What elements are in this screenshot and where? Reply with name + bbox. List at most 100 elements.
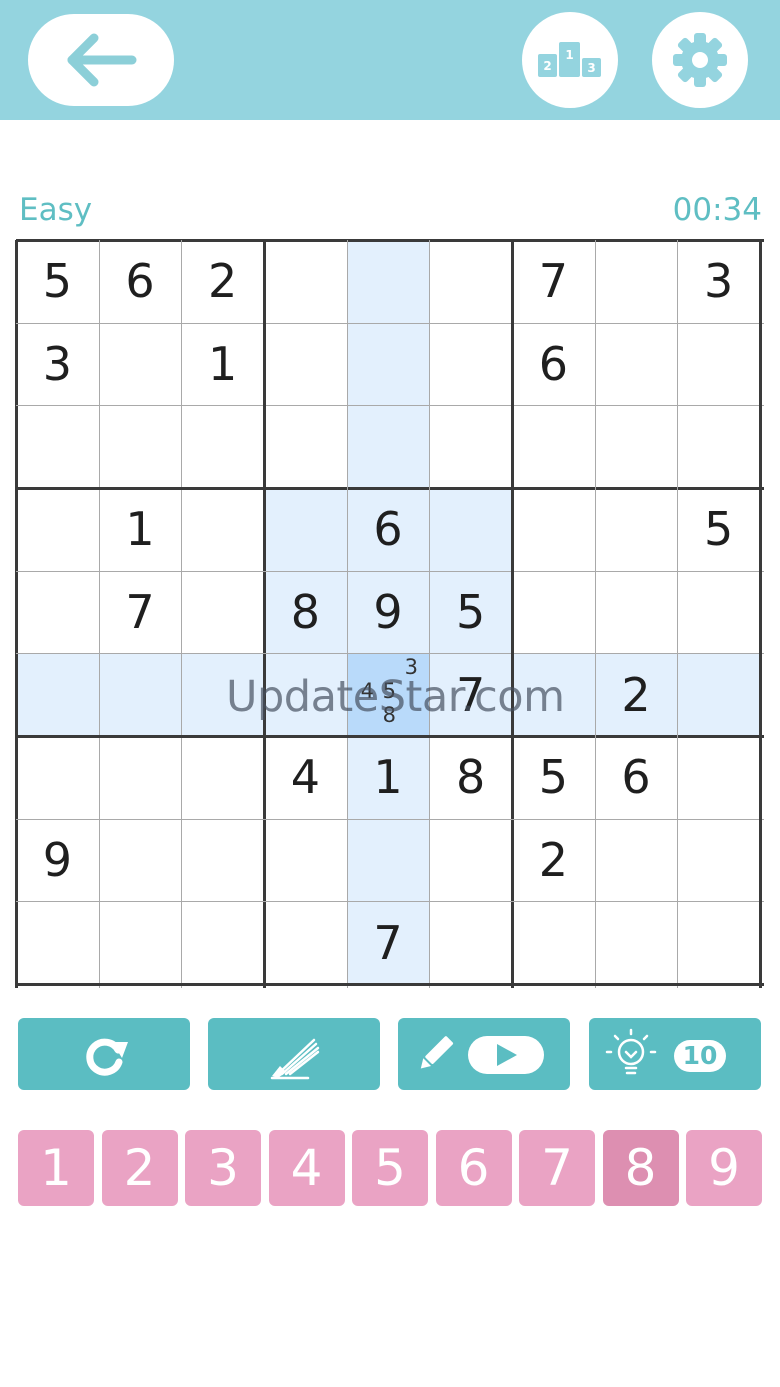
back-button[interactable] — [28, 14, 174, 106]
sudoku-cell-r8c7[interactable]: 2 — [512, 818, 595, 902]
grid-line — [347, 240, 348, 988]
sudoku-cell-r8c8[interactable] — [594, 818, 678, 902]
sudoku-cell-r6c8[interactable]: 2 — [594, 653, 678, 736]
sudoku-cell-r3c8[interactable] — [594, 405, 678, 488]
sudoku-cell-r3c4[interactable] — [264, 405, 347, 488]
sudoku-cell-r9c1[interactable] — [16, 901, 99, 984]
sudoku-cell-r1c7[interactable]: 7 — [512, 240, 595, 323]
sudoku-cell-r8c2[interactable] — [98, 818, 182, 902]
sudoku-cell-r8c6[interactable] — [429, 818, 512, 902]
sudoku-cell-r8c4[interactable] — [264, 818, 347, 902]
sudoku-cell-r1c6[interactable] — [429, 240, 512, 323]
sudoku-cell-r1c9[interactable]: 3 — [677, 240, 760, 323]
sudoku-cell-r4c1[interactable] — [16, 488, 99, 571]
sudoku-cell-r2c6[interactable] — [429, 322, 512, 406]
number-key-8[interactable]: 8 — [602, 1130, 679, 1206]
sudoku-cell-r1c4[interactable] — [264, 240, 347, 323]
sudoku-cell-r6c2[interactable] — [98, 653, 182, 736]
sudoku-cell-r4c6[interactable] — [429, 488, 512, 571]
grid-line — [16, 323, 764, 324]
sudoku-cell-r8c9[interactable] — [677, 818, 760, 902]
sudoku-cell-r3c9[interactable] — [677, 405, 760, 488]
sudoku-cell-r1c8[interactable] — [594, 240, 678, 323]
sudoku-cell-r9c4[interactable] — [264, 901, 347, 984]
sudoku-cell-r7c9[interactable] — [677, 736, 760, 819]
sudoku-cell-r5c1[interactable] — [16, 570, 99, 654]
sudoku-cell-r9c9[interactable] — [677, 901, 760, 984]
sudoku-cell-r2c2[interactable] — [98, 322, 182, 406]
sudoku-cell-r3c5[interactable] — [346, 405, 430, 488]
sudoku-cell-r2c9[interactable] — [677, 322, 760, 406]
sudoku-cell-r8c1[interactable]: 9 — [16, 818, 99, 902]
settings-button[interactable] — [652, 12, 748, 108]
sudoku-cell-r7c3[interactable] — [181, 736, 264, 819]
sudoku-cell-r1c3[interactable]: 2 — [181, 240, 264, 323]
sudoku-cell-r7c6[interactable]: 8 — [429, 736, 512, 819]
sudoku-cell-r9c8[interactable] — [594, 901, 678, 984]
sudoku-cell-r9c5[interactable]: 7 — [346, 901, 430, 984]
sudoku-cell-r4c4[interactable] — [264, 488, 347, 571]
sudoku-cell-r5c4[interactable]: 8 — [264, 570, 347, 654]
sudoku-cell-r9c2[interactable] — [98, 901, 182, 984]
sudoku-cell-r3c1[interactable] — [16, 405, 99, 488]
grid-line — [16, 901, 764, 902]
sudoku-cell-r8c3[interactable] — [181, 818, 264, 902]
sudoku-cell-r2c4[interactable] — [264, 322, 347, 406]
sudoku-cell-r5c6[interactable]: 5 — [429, 570, 512, 654]
leaderboard-button[interactable]: 2 1 3 — [522, 12, 618, 108]
sudoku-cell-r1c1[interactable]: 5 — [16, 240, 99, 323]
sudoku-cell-r2c7[interactable]: 6 — [512, 322, 595, 406]
sudoku-cell-r4c5[interactable]: 6 — [346, 488, 430, 571]
sudoku-cell-r9c3[interactable] — [181, 901, 264, 984]
sudoku-cell-r2c5[interactable] — [346, 322, 430, 406]
sudoku-cell-r8c5[interactable] — [346, 818, 430, 902]
sudoku-cell-r3c7[interactable] — [512, 405, 595, 488]
sudoku-cell-r7c1[interactable] — [16, 736, 99, 819]
sudoku-cell-r7c2[interactable] — [98, 736, 182, 819]
sudoku-cell-r5c3[interactable] — [181, 570, 264, 654]
sudoku-cell-r3c6[interactable] — [429, 405, 512, 488]
sudoku-cell-r6c1[interactable] — [16, 653, 99, 736]
sudoku-cell-r5c9[interactable] — [677, 570, 760, 654]
sudoku-cell-r5c8[interactable] — [594, 570, 678, 654]
sudoku-cell-r7c4[interactable]: 4 — [264, 736, 347, 819]
sudoku-board: 56273316165789534587241856927 — [15, 239, 764, 988]
number-key-3[interactable]: 3 — [185, 1130, 261, 1206]
number-key-2[interactable]: 2 — [101, 1130, 178, 1206]
sudoku-cell-r7c7[interactable]: 5 — [512, 736, 595, 819]
sudoku-cell-r4c7[interactable] — [512, 488, 595, 571]
sudoku-cell-r1c5[interactable] — [346, 240, 430, 323]
sudoku-cell-r4c8[interactable] — [594, 488, 678, 571]
sudoku-cell-r4c2[interactable]: 1 — [98, 488, 182, 571]
sudoku-cell-r4c9[interactable]: 5 — [677, 488, 760, 571]
number-key-7[interactable]: 7 — [519, 1130, 595, 1206]
sudoku-cell-r2c8[interactable] — [594, 322, 678, 406]
sudoku-cell-r9c7[interactable] — [512, 901, 595, 984]
sudoku-cell-r7c8[interactable]: 6 — [594, 736, 678, 819]
hint-button[interactable]: 10 — [589, 1018, 761, 1090]
sudoku-cell-r3c2[interactable] — [98, 405, 182, 488]
sudoku-cell-r2c3[interactable]: 1 — [181, 322, 264, 406]
number-key-9[interactable]: 9 — [686, 1130, 762, 1206]
grid-line — [677, 240, 678, 988]
box-border-line — [16, 487, 764, 490]
sudoku-cell-r5c2[interactable]: 7 — [98, 570, 182, 654]
sudoku-cell-r2c1[interactable]: 3 — [16, 322, 99, 406]
sudoku-cell-r7c5[interactable]: 1 — [346, 736, 430, 819]
podium-icon: 2 1 3 — [538, 42, 601, 77]
sudoku-cell-r5c7[interactable] — [512, 570, 595, 654]
number-key-5[interactable]: 5 — [352, 1130, 428, 1206]
sudoku-cell-r1c2[interactable]: 6 — [98, 240, 182, 323]
number-key-4[interactable]: 4 — [268, 1130, 345, 1206]
number-key-1[interactable]: 1 — [18, 1130, 94, 1206]
number-key-6[interactable]: 6 — [435, 1130, 512, 1206]
grid-line — [16, 819, 764, 820]
sudoku-cell-r3c3[interactable] — [181, 405, 264, 488]
notes-video-button[interactable] — [398, 1018, 570, 1090]
sudoku-cell-r5c5[interactable]: 9 — [346, 570, 430, 654]
erase-button[interactable] — [208, 1018, 380, 1090]
sudoku-cell-r4c3[interactable] — [181, 488, 264, 571]
sudoku-cell-r6c9[interactable] — [677, 653, 760, 736]
undo-button[interactable] — [18, 1018, 190, 1090]
sudoku-cell-r9c6[interactable] — [429, 901, 512, 984]
